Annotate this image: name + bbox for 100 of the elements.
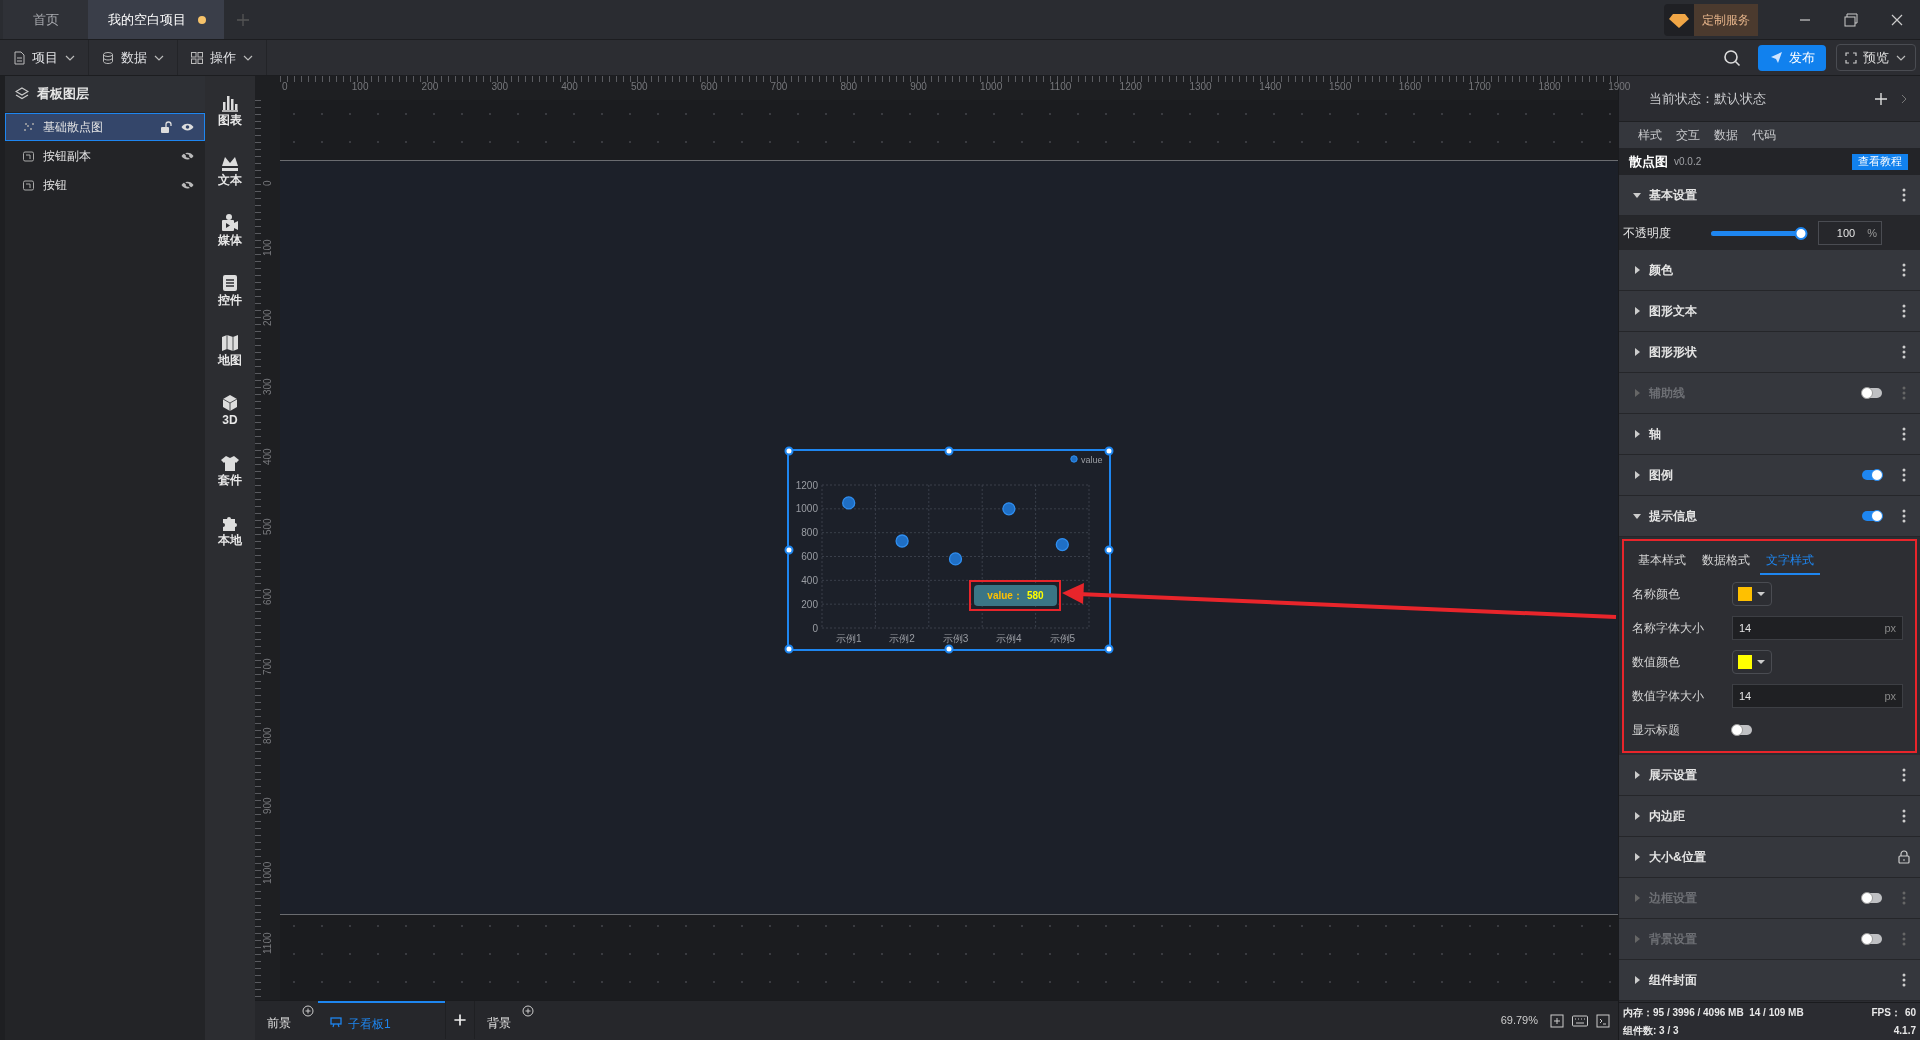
resize-handle[interactable] bbox=[784, 545, 794, 555]
settings-section[interactable]: 展示设置 bbox=[1619, 755, 1920, 796]
settings-tab[interactable]: 基本样式 bbox=[1632, 551, 1692, 575]
settings-tab[interactable]: 数据格式 bbox=[1696, 551, 1756, 575]
tutorial-button[interactable]: 查看教程 bbox=[1852, 153, 1908, 170]
caret-right-icon[interactable] bbox=[1633, 771, 1641, 779]
data-point[interactable] bbox=[948, 552, 963, 566]
service-button[interactable]: 定制服务 bbox=[1664, 3, 1758, 36]
toggle-switch[interactable] bbox=[1862, 388, 1882, 398]
scatter-chart[interactable]: 0 200 400 600 800 1000 1200 示例1 示例2 示例3 示例4 示例5 value value： 580 bbox=[787, 449, 1111, 651]
menu-button[interactable]: 数据 bbox=[89, 40, 178, 75]
toggle-switch[interactable] bbox=[1862, 893, 1882, 903]
add-icon[interactable] bbox=[445, 1001, 475, 1039]
settings-section[interactable]: 基本设置 bbox=[1619, 175, 1920, 216]
settings-section[interactable]: 组件封面 bbox=[1619, 960, 1920, 1001]
caret-right-icon[interactable] bbox=[1633, 307, 1641, 315]
data-point[interactable] bbox=[1002, 502, 1016, 516]
chevron-right-icon[interactable] bbox=[1900, 93, 1908, 104]
preview-button[interactable]: 预览 bbox=[1836, 44, 1916, 71]
caret-down-icon[interactable] bbox=[1633, 512, 1641, 520]
eye-hidden-icon[interactable] bbox=[181, 180, 194, 190]
widget-category-button[interactable]: 本地 bbox=[208, 506, 252, 554]
eye-hidden-icon[interactable] bbox=[181, 151, 194, 161]
resize-handle[interactable] bbox=[784, 644, 794, 654]
add-circle-icon[interactable] bbox=[522, 1005, 534, 1017]
widget-category-button[interactable]: 地图 bbox=[208, 326, 252, 374]
zoom-level[interactable]: 69.79% bbox=[1500, 1012, 1538, 1029]
toggle-switch[interactable] bbox=[1862, 470, 1882, 480]
resize-handle[interactable] bbox=[1104, 644, 1114, 654]
data-point[interactable] bbox=[895, 534, 909, 548]
more-icon[interactable] bbox=[1902, 345, 1906, 359]
layer-item[interactable]: 按钮 bbox=[5, 171, 205, 199]
more-icon[interactable] bbox=[1902, 468, 1906, 482]
caret-right-icon[interactable] bbox=[1633, 976, 1641, 984]
caret-right-icon[interactable] bbox=[1633, 853, 1641, 861]
toggle-switch[interactable] bbox=[1732, 725, 1752, 735]
widget-category-button[interactable]: 套件 bbox=[208, 446, 252, 494]
keyboard-icon[interactable] bbox=[1572, 1014, 1588, 1027]
resize-handle[interactable] bbox=[1104, 446, 1114, 456]
more-icon[interactable] bbox=[1902, 304, 1906, 318]
input-field[interactable]: 14 px bbox=[1732, 684, 1903, 708]
toggle-switch[interactable] bbox=[1862, 511, 1882, 521]
widget-category-button[interactable]: 控件 bbox=[208, 266, 252, 314]
settings-section[interactable]: 颜色 bbox=[1619, 250, 1920, 291]
color-picker[interactable] bbox=[1732, 650, 1772, 674]
eye-icon[interactable] bbox=[181, 122, 194, 132]
layer-item[interactable]: 基础散点图 bbox=[5, 113, 205, 141]
resize-handle[interactable] bbox=[1104, 545, 1114, 555]
terminal-icon[interactable] bbox=[1596, 1013, 1610, 1028]
publish-button[interactable]: 发布 bbox=[1758, 44, 1826, 71]
more-icon[interactable] bbox=[1902, 509, 1906, 523]
widget-category-button[interactable]: 文本 bbox=[208, 146, 252, 194]
more-icon[interactable] bbox=[1902, 973, 1906, 987]
settings-section[interactable]: 图形文本 bbox=[1619, 291, 1920, 332]
data-point[interactable] bbox=[842, 496, 856, 510]
more-icon[interactable] bbox=[1902, 263, 1906, 277]
resize-handle[interactable] bbox=[784, 446, 794, 456]
panel-tab[interactable]: 交互 bbox=[1674, 126, 1702, 144]
more-icon[interactable] bbox=[1902, 188, 1906, 202]
fit-screen-icon[interactable] bbox=[1550, 1013, 1564, 1028]
more-icon[interactable] bbox=[1902, 809, 1906, 823]
menu-button[interactable]: 操作 bbox=[178, 40, 267, 75]
state-value[interactable]: 默认状态 bbox=[1714, 88, 1766, 109]
widget-category-button[interactable]: 3D bbox=[208, 386, 252, 434]
title-tab[interactable]: 我的空白项目 bbox=[88, 0, 224, 39]
panel-tab[interactable]: 样式 bbox=[1636, 126, 1664, 144]
caret-right-icon[interactable] bbox=[1633, 266, 1641, 274]
caret-right-icon[interactable] bbox=[1633, 348, 1641, 356]
settings-section[interactable]: 图形形状 bbox=[1619, 332, 1920, 373]
settings-section[interactable]: 大小&位置 bbox=[1619, 837, 1920, 878]
caret-right-icon[interactable] bbox=[1633, 812, 1641, 820]
search-icon[interactable] bbox=[1722, 47, 1742, 68]
settings-section[interactable]: 图例 bbox=[1619, 455, 1920, 496]
input-field[interactable]: 14 px bbox=[1732, 616, 1903, 640]
widget-category-button[interactable]: 图表 bbox=[208, 86, 252, 134]
layer-item[interactable]: 按钮副本 bbox=[5, 142, 205, 170]
more-icon[interactable] bbox=[1902, 427, 1906, 441]
caret-right-icon[interactable] bbox=[1633, 471, 1641, 479]
add-circle-icon[interactable] bbox=[302, 1005, 314, 1017]
data-point[interactable] bbox=[1055, 537, 1069, 552]
settings-section[interactable]: 轴 bbox=[1619, 414, 1920, 455]
resize-handle[interactable] bbox=[944, 644, 954, 654]
settings-section[interactable]: 内边距 bbox=[1619, 796, 1920, 837]
color-picker[interactable] bbox=[1732, 582, 1772, 606]
board-tab[interactable]: 背景 bbox=[475, 1001, 538, 1040]
more-icon[interactable] bbox=[1902, 768, 1906, 782]
resize-handle[interactable] bbox=[944, 446, 954, 456]
settings-section[interactable]: 提示信息 bbox=[1619, 496, 1920, 537]
title-tab[interactable]: 首页 bbox=[3, 0, 88, 39]
unlock-icon[interactable] bbox=[160, 120, 173, 134]
settings-tab[interactable]: 文字样式 bbox=[1760, 551, 1820, 575]
caret-right-icon[interactable] bbox=[1633, 430, 1641, 438]
toggle-switch[interactable] bbox=[1862, 934, 1882, 944]
caret-down-icon[interactable] bbox=[1633, 191, 1641, 199]
widget-category-button[interactable]: 媒体 bbox=[208, 206, 252, 254]
board-tab[interactable]: 前景 bbox=[255, 1001, 318, 1040]
panel-tab[interactable]: 代码 bbox=[1750, 126, 1778, 144]
panel-tab[interactable]: 数据 bbox=[1712, 126, 1740, 144]
menu-button[interactable]: 项目 bbox=[0, 40, 89, 75]
lock-icon[interactable] bbox=[1898, 850, 1910, 864]
